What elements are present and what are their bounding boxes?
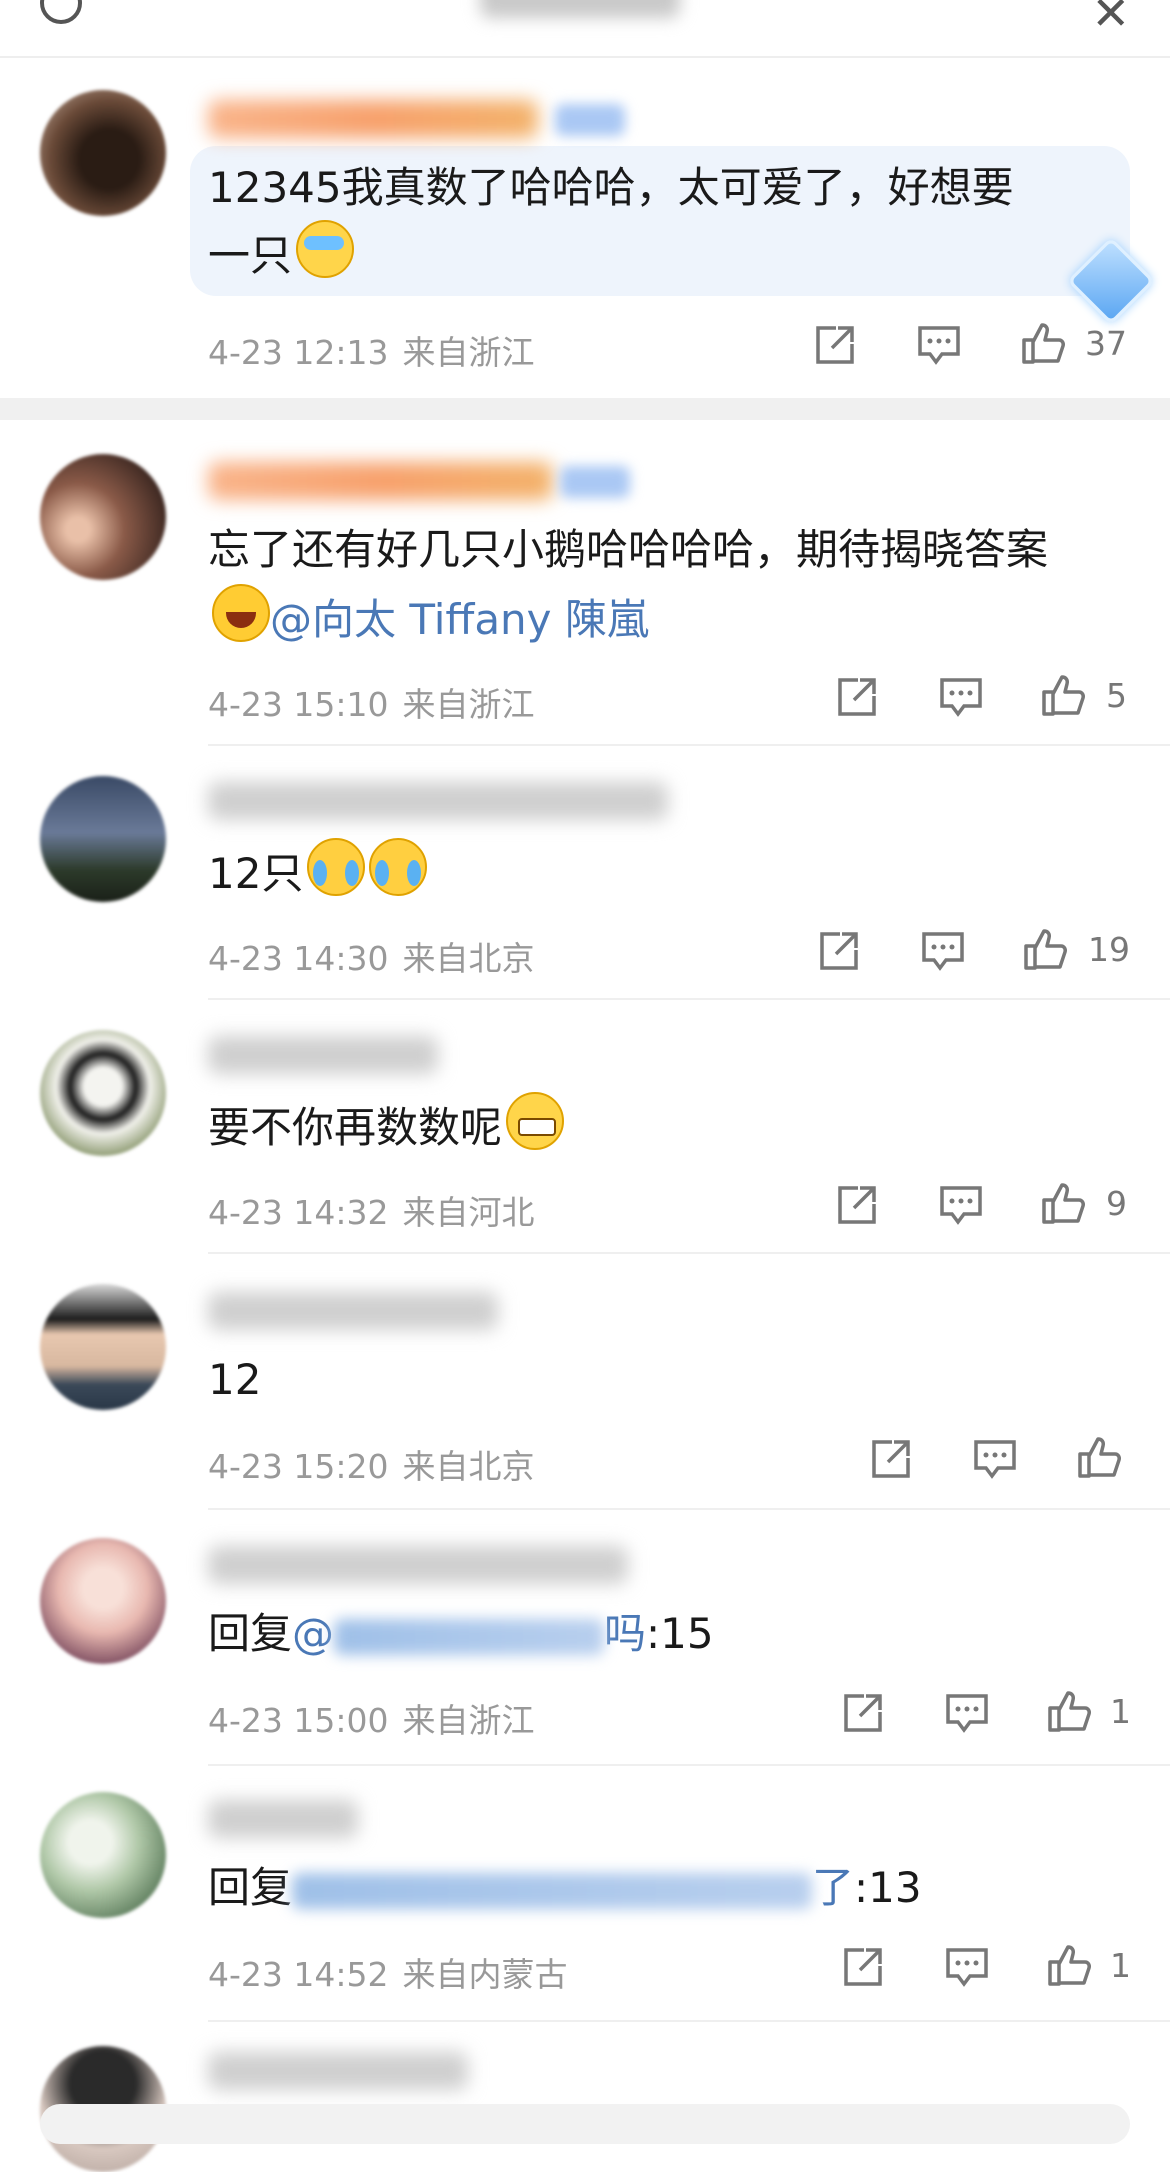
comment-icon[interactable]	[944, 1944, 990, 1990]
user-badge	[555, 104, 625, 136]
row-divider	[208, 998, 1170, 1000]
page-title-blurred	[480, 0, 680, 18]
cry-laugh-emoji-icon	[307, 838, 366, 896]
top-bar: ✕	[0, 0, 1170, 58]
username-blurred[interactable]	[208, 1292, 498, 1330]
like-count: 1	[1110, 1946, 1131, 1985]
share-icon[interactable]	[840, 1690, 886, 1736]
username-blurred[interactable]	[208, 100, 538, 138]
like-count: 19	[1088, 930, 1130, 969]
comment-text-line2: @向太 Tiffany 陳嵐	[212, 584, 649, 654]
grin-emoji-icon	[506, 1092, 565, 1150]
like-icon[interactable]	[1040, 672, 1086, 718]
avatar[interactable]	[40, 1030, 166, 1156]
row-divider	[208, 1252, 1170, 1254]
share-icon[interactable]	[840, 1944, 886, 1990]
like-icon[interactable]	[1076, 1434, 1122, 1480]
comment-meta: 4-23 15:10 来自浙江	[208, 685, 535, 724]
comment-input-bar[interactable]	[40, 2104, 1130, 2144]
back-icon[interactable]	[40, 0, 82, 24]
avatar[interactable]	[40, 454, 166, 580]
comment-text: 12345我真数了哈哈哈，太可爱了，好想要	[208, 163, 1014, 212]
like-count: 5	[1106, 676, 1127, 715]
like-count: 37	[1085, 324, 1127, 363]
comment-meta: 4-23 15:00 来自浙江	[208, 1701, 535, 1740]
comment-icon[interactable]	[916, 322, 962, 368]
avatar[interactable]	[40, 1792, 166, 1918]
row-divider	[208, 744, 1170, 746]
comment-icon[interactable]	[938, 674, 984, 720]
comment-meta: 4-23 14:52 来自内蒙古	[208, 1955, 568, 1994]
avatar[interactable]	[40, 1284, 166, 1410]
comment-icon[interactable]	[944, 1690, 990, 1736]
section-divider	[0, 398, 1170, 420]
comment-icon[interactable]	[972, 1436, 1018, 1482]
avatar[interactable]	[40, 90, 166, 216]
username-blurred[interactable]	[208, 2052, 468, 2090]
comment-text: 12只	[208, 838, 428, 908]
like-icon[interactable]	[1040, 1180, 1086, 1226]
row-divider	[208, 2020, 1170, 2022]
mention-blurred[interactable]	[334, 1618, 605, 1655]
username-blurred[interactable]	[208, 782, 668, 820]
mention-link[interactable]: @向太 Tiffany 陳嵐	[270, 595, 649, 644]
comment-text-line2: 一只	[208, 220, 355, 290]
mention-at[interactable]: @	[292, 1609, 334, 1658]
comment-meta: 4-23 15:20 来自北京	[208, 1447, 535, 1486]
comment-icon[interactable]	[938, 1182, 984, 1228]
close-icon[interactable]: ✕	[1091, 0, 1130, 36]
comment-text: 回复 了:13	[208, 1863, 922, 1912]
share-icon[interactable]	[868, 1436, 914, 1482]
cry-laugh-emoji-icon	[369, 838, 428, 896]
mention-tail[interactable]: 了	[812, 1863, 854, 1912]
share-icon[interactable]	[816, 928, 862, 974]
share-icon[interactable]	[812, 322, 858, 368]
like-icon[interactable]	[1046, 1942, 1092, 1988]
username-blurred[interactable]	[208, 1800, 358, 1838]
comment-meta: 4-23 14:30 来自北京	[208, 939, 535, 978]
mention-blurred[interactable]	[292, 1872, 813, 1909]
user-badge	[560, 466, 630, 498]
comment-text: 要不你再数数呢	[208, 1092, 565, 1162]
share-icon[interactable]	[834, 1182, 880, 1228]
tear-emoji-icon	[296, 220, 355, 278]
like-icon[interactable]	[1046, 1688, 1092, 1734]
avatar[interactable]	[40, 776, 166, 902]
username-blurred[interactable]	[208, 1036, 438, 1074]
username-blurred[interactable]	[208, 1546, 628, 1584]
like-icon[interactable]	[1020, 320, 1066, 366]
comment-text: 忘了还有好几只小鹅哈哈哈哈，期待揭晓答案	[208, 525, 1049, 574]
share-icon[interactable]	[834, 674, 880, 720]
comment-meta: 4-23 12:13 来自浙江	[208, 333, 535, 372]
mention-tail[interactable]: 吗	[604, 1609, 646, 1658]
laugh-emoji-icon	[212, 584, 270, 642]
username-blurred[interactable]	[208, 462, 553, 500]
comment-text: 回复@ 吗:15	[208, 1609, 714, 1658]
comment-text: 12	[208, 1355, 262, 1404]
like-count: 9	[1106, 1184, 1127, 1223]
comment-icon[interactable]	[920, 928, 966, 974]
avatar[interactable]	[40, 1538, 166, 1664]
comment-meta: 4-23 14:32 来自河北	[208, 1193, 535, 1232]
row-divider	[208, 1508, 1170, 1510]
row-divider	[208, 1764, 1170, 1766]
like-count: 1	[1110, 1692, 1131, 1731]
like-icon[interactable]	[1022, 926, 1068, 972]
